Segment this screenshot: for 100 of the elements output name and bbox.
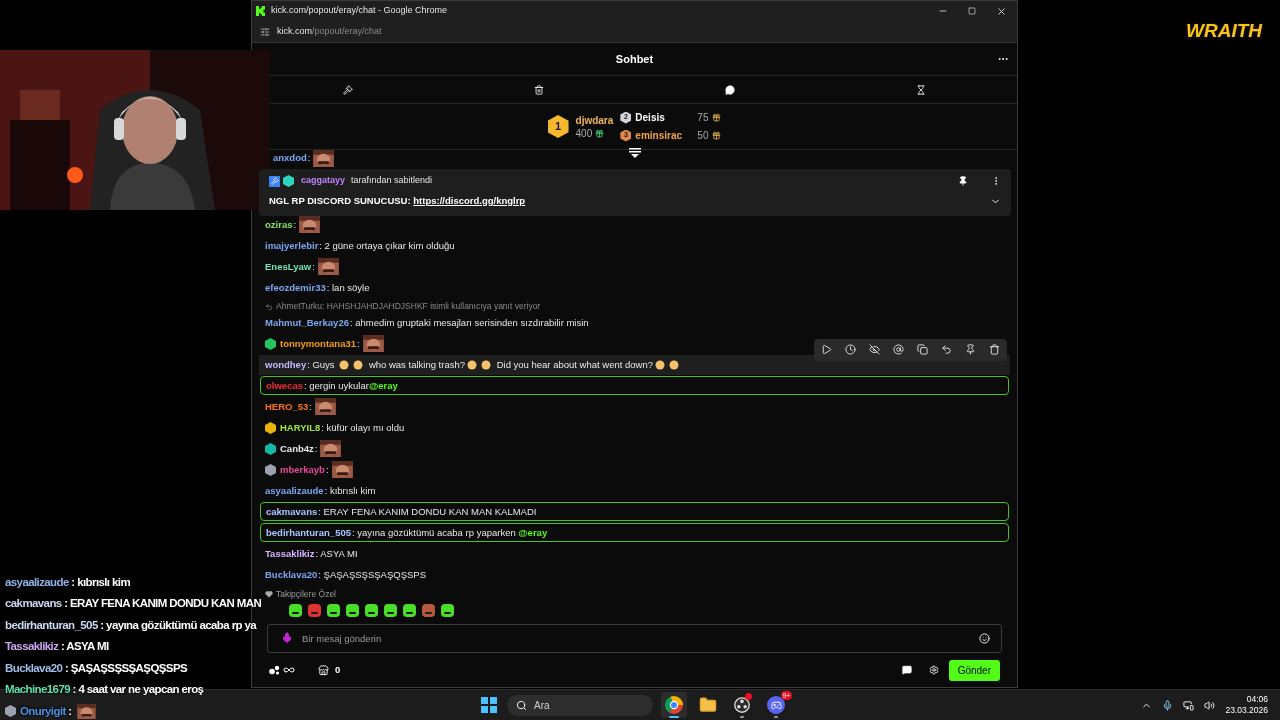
username[interactable]: HERO_53 — [265, 400, 309, 413]
trash-icon[interactable] — [989, 344, 1000, 355]
message-text: : — [309, 400, 312, 413]
emoji-icon — [669, 359, 679, 370]
emote-icon — [331, 461, 353, 478]
settings-icon[interactable] — [928, 665, 939, 675]
message-text: : — [312, 260, 315, 273]
close-icon[interactable] — [996, 5, 1007, 17]
message-text: : ahmedim gruptaki mesajları serisinden sızdırabilir misin — [349, 316, 589, 329]
emote-icon[interactable] — [383, 602, 398, 618]
send-button[interactable]: Gönder — [948, 659, 1000, 681]
username[interactable]: mberkayb — [280, 463, 325, 476]
chat-title: Sohbet — [615, 51, 654, 67]
gift-count: 400 — [575, 126, 593, 140]
message-text: : — [357, 337, 360, 350]
emoji-icon — [655, 359, 665, 370]
play-icon[interactable] — [821, 344, 832, 355]
username[interactable]: asyaalizaude — [265, 484, 324, 497]
gavel-icon[interactable] — [342, 84, 353, 95]
message-text: : ŞAŞAŞSŞSŞAŞQŞSPS — [318, 568, 426, 581]
hourglass-icon[interactable] — [916, 84, 927, 95]
emoji-icon — [353, 359, 364, 370]
username[interactable]: Tassaklikiz — [265, 547, 315, 560]
username[interactable]: EnesLyaw — [265, 260, 312, 273]
chat-icon[interactable] — [901, 665, 912, 675]
message-text: : ERAY FENA KANIM DONDU KAN MAN KALMADI — [318, 505, 537, 518]
message-text: : küfür olayı mı oldu — [321, 421, 405, 434]
logo-icon — [256, 6, 265, 16]
search-field[interactable]: Ara — [507, 694, 653, 716]
scroll-down-icon[interactable] — [629, 148, 641, 158]
network-icon[interactable] — [1183, 699, 1195, 711]
overlay-message: : 4 saat var ne yapcan eroş — [71, 683, 204, 697]
emote-icon[interactable] — [288, 602, 303, 618]
at-sign-icon[interactable] — [893, 344, 904, 355]
clock-icon[interactable] — [845, 344, 856, 355]
store-icon[interactable] — [318, 664, 329, 676]
store-count: 0 — [335, 662, 341, 677]
message-text: : yayına gözüktümü acaba rp yaparken — [352, 526, 517, 539]
taskbar-app-button[interactable] — [661, 692, 687, 718]
username[interactable]: anxdod — [273, 152, 307, 164]
trash-icon[interactable] — [533, 84, 544, 95]
username[interactable]: HARYIL8 — [280, 421, 321, 434]
maximize-icon[interactable] — [968, 7, 976, 15]
overlay-username: Onuryigit — [20, 704, 66, 718]
emote-icon[interactable] — [402, 602, 417, 618]
username[interactable]: cakmavans — [266, 505, 318, 518]
copy-icon[interactable] — [917, 344, 928, 355]
username[interactable]: oziras — [265, 218, 293, 231]
emote-icon — [299, 216, 321, 233]
emote-icon — [317, 258, 339, 275]
chat-bubble-icon[interactable] — [725, 84, 736, 95]
message-text: : gergin uykular — [303, 379, 369, 392]
username[interactable]: imajyerlebir — [265, 239, 319, 252]
url-host: kick.com — [277, 24, 312, 38]
emote-icon — [314, 398, 336, 415]
pinned-link[interactable]: https://discord.gg/knglrp — [413, 193, 526, 209]
mention[interactable]: @eray — [518, 526, 548, 539]
message-text: : — [307, 152, 311, 164]
pin-icon[interactable] — [965, 344, 976, 355]
username[interactable]: Bucklava20 — [265, 568, 318, 581]
pinned-text: NGL RP DISCORD SUNUCUSU: — [269, 193, 412, 208]
gift-icon — [595, 128, 605, 138]
mention[interactable]: @eray — [368, 379, 398, 392]
emote-icon[interactable] — [326, 602, 341, 618]
points-icon[interactable] — [269, 665, 280, 675]
site-info-icon[interactable] — [260, 26, 270, 37]
recorder-icon — [733, 696, 751, 714]
message-text: : — [293, 218, 297, 231]
volume-icon[interactable] — [1204, 699, 1216, 711]
username[interactable]: tonnymontana31 — [280, 337, 356, 350]
eye-off-icon[interactable] — [869, 344, 880, 355]
clock-time: 04:06 — [1246, 694, 1268, 705]
pinned-note: tarafından sabitlendi — [351, 174, 433, 188]
pinned-by[interactable]: caggatayy — [301, 174, 346, 188]
message-text: : 2 güne ortaya çıkar kim olduğu — [319, 239, 455, 252]
overlay-username: Machine1679 — [5, 683, 70, 697]
undo-icon[interactable] — [941, 344, 952, 355]
username[interactable]: olwecas — [266, 379, 303, 392]
gift-count: 75 — [697, 111, 709, 125]
username[interactable]: Mahmut_Berkay26 — [265, 316, 349, 329]
message-text: : — [325, 463, 329, 476]
leader-name: Deisis — [635, 111, 666, 125]
username[interactable]: bedirhanturan_505 — [266, 526, 351, 539]
emoji-picker-icon[interactable] — [979, 633, 990, 644]
emote-icon — [362, 335, 384, 352]
emote-icon[interactable] — [440, 602, 455, 618]
overlay-message: : ERAY FENA KANIM DONDU KAN MAN — [63, 597, 262, 611]
start-button[interactable] — [479, 695, 499, 715]
username[interactable]: efeozdemir33 — [265, 281, 326, 294]
message-text: : Guys — [307, 358, 336, 371]
pin-icon[interactable] — [958, 176, 968, 186]
message-input[interactable]: Bir mesaj gönderin — [267, 624, 1002, 653]
emote-icon[interactable] — [364, 602, 379, 618]
username[interactable]: wondhey — [265, 358, 307, 371]
reply-icon — [265, 302, 273, 311]
overlay-username: cakmavans — [5, 597, 62, 611]
rank-medal: 1 — [547, 115, 569, 138]
emote-icon[interactable] — [345, 602, 360, 618]
username[interactable]: Canb4z — [280, 442, 314, 455]
message-text: : — [314, 442, 318, 455]
